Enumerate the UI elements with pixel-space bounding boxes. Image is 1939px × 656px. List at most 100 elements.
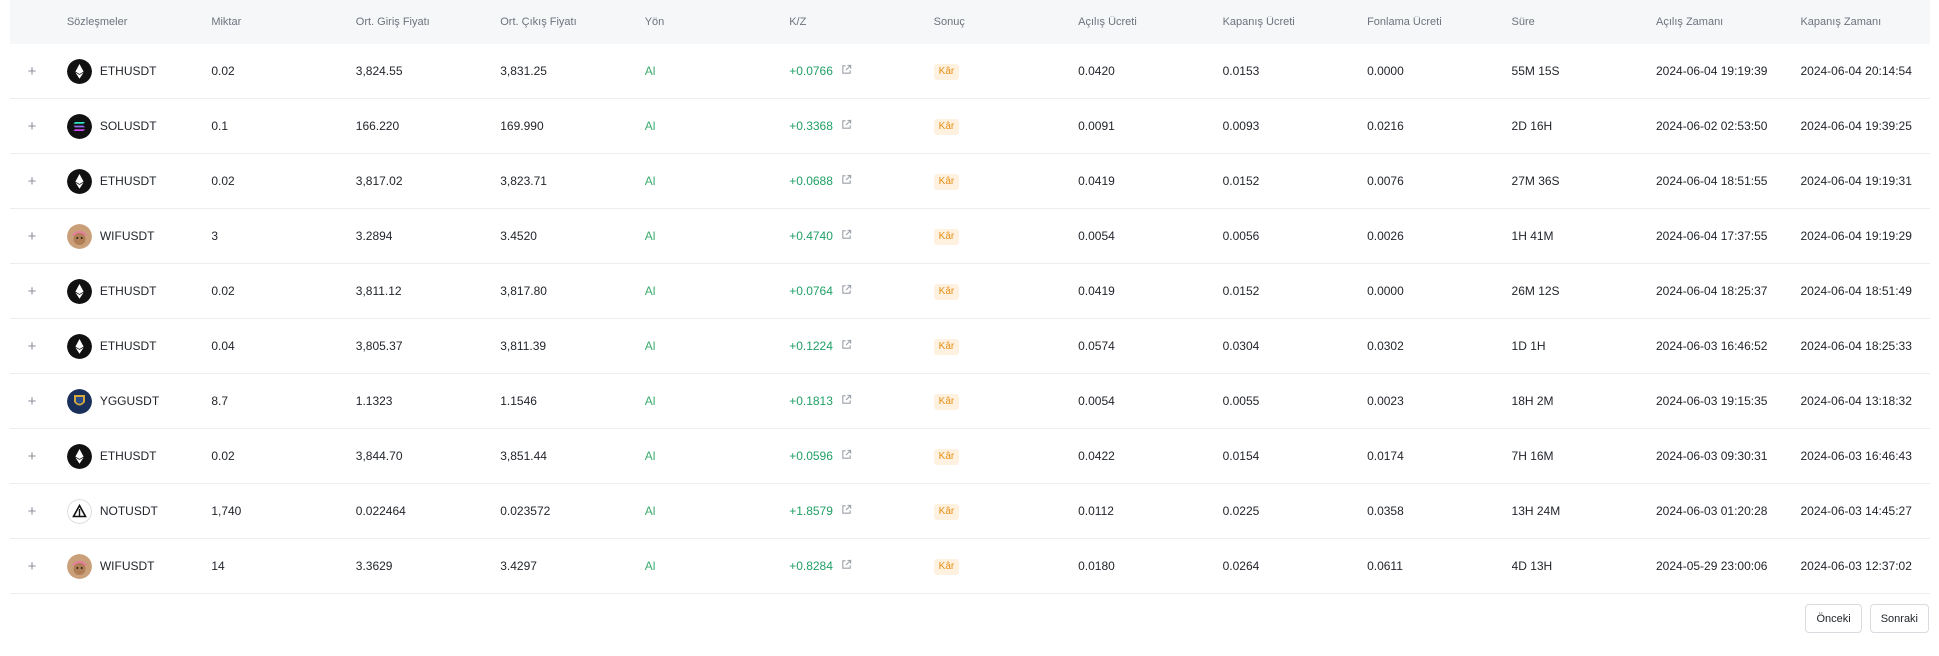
side-cell: Al: [644, 449, 656, 463]
header-entry-price[interactable]: Ort. Giriş Fiyatı: [356, 16, 500, 28]
eth-icon: [66, 278, 100, 304]
duration-cell: 26M 12S: [1511, 284, 1560, 298]
header-close-time[interactable]: Kapanış Zamanı: [1800, 16, 1930, 28]
header-side[interactable]: Yön: [645, 16, 789, 28]
close-time-cell: 2024-06-04 20:14:54: [1800, 64, 1912, 78]
expand-cell: +: [10, 118, 67, 134]
result-cell: Kâr: [933, 283, 1078, 300]
side-cell: Al: [644, 119, 656, 133]
close-time-cell: 2024-06-03 12:37:02: [1800, 559, 1912, 573]
entry-price-cell: 3,817.02: [355, 174, 403, 188]
header-open-fee[interactable]: Açılış Ücreti: [1078, 16, 1222, 28]
contract-cell: ETHUSDT: [66, 443, 211, 469]
pnl-cell: +1.8579: [789, 504, 933, 518]
side-cell: Al: [644, 64, 656, 78]
header-open-time[interactable]: Açılış Zamanı: [1656, 16, 1800, 28]
table-row[interactable]: + ETHUSDT 0.02 3,824.55 3,831.25 Al +0.0766 Kâr…: [10, 44, 1930, 99]
external-link-icon[interactable]: [841, 174, 852, 188]
duration-cell: 55M 15S: [1511, 64, 1560, 78]
result-badge: Kâr: [933, 118, 960, 135]
expand-row-icon[interactable]: +: [24, 118, 40, 134]
external-link-icon[interactable]: [841, 229, 852, 243]
expand-row-icon[interactable]: +: [24, 503, 40, 519]
result-cell: Kâr: [933, 118, 1078, 135]
result-cell: Kâr: [933, 558, 1078, 575]
contract-symbol: WIFUSDT: [99, 229, 155, 243]
header-contract[interactable]: Sözleşmeler: [67, 16, 211, 28]
prev-page-button[interactable]: Önceki: [1805, 604, 1862, 633]
funding-fee-cell: 0.0174: [1367, 449, 1404, 463]
contract-symbol: ETHUSDT: [99, 449, 157, 463]
expand-row-icon[interactable]: +: [24, 173, 40, 189]
expand-cell: +: [10, 558, 67, 574]
result-cell: Kâr: [933, 173, 1078, 190]
wif-icon: [66, 553, 100, 579]
funding-fee-cell: 0.0358: [1367, 504, 1404, 518]
funding-fee-cell: 0.0000: [1367, 64, 1404, 78]
eth-icon: [66, 168, 100, 194]
next-page-button[interactable]: Sonraki: [1869, 604, 1929, 633]
table-row[interactable]: + ETHUSDT 0.02 3,844.70 3,851.44 Al +0.0596 Kâr…: [10, 429, 1930, 484]
contract-cell: SOLUSDT: [66, 113, 211, 139]
header-result[interactable]: Sonuç: [934, 16, 1078, 28]
expand-cell: +: [10, 393, 67, 409]
external-link-icon[interactable]: [841, 64, 852, 78]
header-pnl[interactable]: K/Z: [789, 16, 933, 28]
pnl-cell: +0.4740: [789, 229, 933, 243]
close-time-cell: 2024-06-03 14:45:27: [1800, 504, 1912, 518]
external-link-icon[interactable]: [841, 504, 852, 518]
header-funding-fee[interactable]: Fonlama Ücreti: [1367, 16, 1511, 28]
expand-row-icon[interactable]: +: [24, 448, 40, 464]
open-time-cell: 2024-06-04 18:51:55: [1656, 174, 1768, 188]
expand-row-icon[interactable]: +: [24, 63, 40, 79]
header-close-fee[interactable]: Kapanış Ücreti: [1223, 16, 1367, 28]
exit-price-cell: 3,817.80: [500, 284, 547, 298]
table-row[interactable]: + ETHUSDT 0.04 3,805.37 3,811.39 Al +0.1224 Kâr…: [10, 319, 1930, 374]
expand-row-icon[interactable]: +: [24, 283, 40, 299]
header-qty[interactable]: Miktar: [211, 16, 355, 28]
entry-price-cell: 1.1323: [355, 394, 393, 408]
expand-cell: +: [10, 448, 67, 464]
result-cell: Kâr: [933, 393, 1078, 410]
duration-cell: 1H 41M: [1511, 229, 1554, 243]
close-time-cell: 2024-06-04 19:19:29: [1800, 229, 1912, 243]
pnl-cell: +0.1224: [789, 339, 933, 353]
table-row[interactable]: + YGGUSDT 8.7 1.1323 1.1546 Al +0.1813 Kâr 0.005…: [10, 374, 1930, 429]
header-exit-price[interactable]: Ort. Çıkış Fiyatı: [500, 16, 644, 28]
expand-cell: +: [10, 283, 67, 299]
side-cell: Al: [644, 504, 656, 518]
table-row[interactable]: + ETHUSDT 0.02 3,811.12 3,817.80 Al +0.0764 Kâr…: [10, 264, 1930, 319]
funding-fee-cell: 0.0000: [1367, 284, 1404, 298]
result-cell: Kâr: [933, 63, 1078, 80]
open-fee-cell: 0.0574: [1078, 339, 1115, 353]
entry-price-cell: 3,844.70: [355, 449, 403, 463]
table-row[interactable]: + ETHUSDT 0.02 3,817.02 3,823.71 Al +0.0688 Kâr…: [10, 154, 1930, 209]
header-duration[interactable]: Süre: [1512, 16, 1656, 28]
result-badge: Kâr: [933, 228, 960, 245]
external-link-icon[interactable]: [841, 394, 852, 408]
entry-price-cell: 3,811.12: [355, 284, 402, 298]
side-cell: Al: [644, 394, 656, 408]
table-row[interactable]: + WIFUSDT 14 3.3629 3.4297 Al +0.8284 Kâr 0.0180…: [10, 539, 1930, 594]
expand-row-icon[interactable]: +: [24, 228, 40, 244]
open-fee-cell: 0.0054: [1078, 229, 1115, 243]
expand-cell: +: [10, 63, 67, 79]
expand-row-icon[interactable]: +: [24, 393, 40, 409]
table-row[interactable]: + WIFUSDT 3 3.2894 3.4520 Al +0.4740 Kâr 0.0054 0…: [10, 209, 1930, 264]
pnl-value: +0.3368: [789, 119, 833, 133]
table-row[interactable]: + NOTUSDT 1,740 0.022464 0.023572 Al +1.8579 Kâ…: [10, 484, 1930, 539]
result-badge: Kâr: [933, 283, 960, 300]
close-time-cell: 2024-06-04 18:25:33: [1800, 339, 1912, 353]
external-link-icon[interactable]: [841, 339, 852, 353]
result-badge: Kâr: [933, 503, 960, 520]
external-link-icon[interactable]: [841, 284, 852, 298]
expand-row-icon[interactable]: +: [24, 338, 40, 354]
pnl-value: +0.0764: [789, 284, 833, 298]
result-badge: Kâr: [933, 558, 960, 575]
external-link-icon[interactable]: [841, 559, 852, 573]
external-link-icon[interactable]: [841, 449, 852, 463]
expand-row-icon[interactable]: +: [24, 558, 40, 574]
external-link-icon[interactable]: [841, 119, 852, 133]
side-cell: Al: [644, 284, 656, 298]
table-row[interactable]: + SOLUSDT 0.1 166.220 169.990 Al +0.3368 Kâr 0.0…: [10, 99, 1930, 154]
